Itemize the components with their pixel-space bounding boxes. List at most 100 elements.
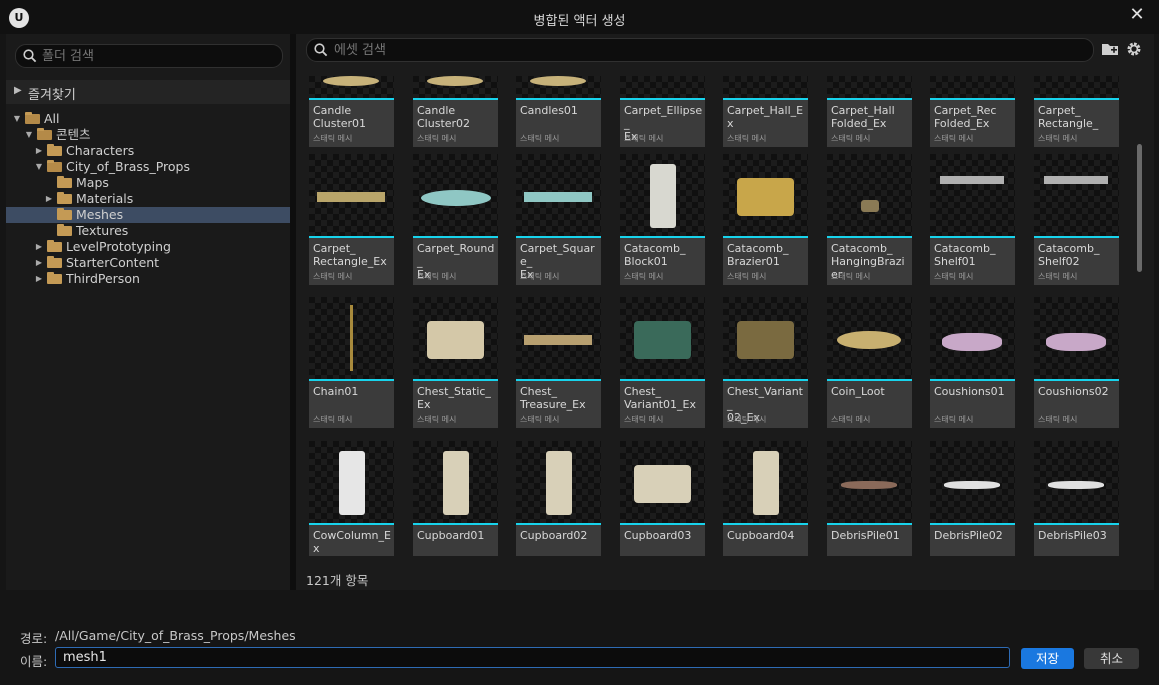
asset-tile[interactable]: Carpet_Hall_Ex 스태틱 메시	[723, 76, 808, 147]
tree-item[interactable]: ▼ City_of_Brass_Props	[6, 159, 290, 175]
asset-thumbnail	[723, 441, 808, 523]
asset-tile[interactable]: Catacomb_ Shelf02 스태틱 메시	[1034, 154, 1119, 285]
tree-item[interactable]: ▶ Materials	[6, 191, 290, 207]
asset-tile[interactable]: Coushions01 스태틱 메시	[930, 297, 1015, 428]
asset-tile[interactable]: Carpet_Hall Folded_Ex 스태틱 메시	[827, 76, 912, 147]
asset-tile[interactable]: Cupboard02스태틱 메시	[516, 441, 601, 556]
asset-tile[interactable]: Carpet_Round_ Ex 스태틱 메시	[413, 154, 498, 285]
asset-name: Chain01	[313, 385, 359, 398]
expand-arrow-icon[interactable]: ▶	[34, 255, 44, 271]
asset-search-input[interactable]	[334, 39, 1074, 61]
tree-item-label: StarterContent	[66, 255, 160, 270]
asset-tile[interactable]: Candle Cluster01 스태틱 메시	[309, 76, 394, 147]
expand-arrow-icon[interactable]: ▶	[34, 143, 44, 159]
tree-item[interactable]: ▶ LevelPrototyping	[6, 239, 290, 255]
tree-item[interactable]: ▶ Characters	[6, 143, 290, 159]
expand-arrow-icon[interactable]: ▶	[34, 271, 44, 287]
asset-thumbnail	[723, 154, 808, 236]
asset-type-bar	[620, 98, 705, 100]
asset-tile[interactable]: Cupboard04스태틱 메시	[723, 441, 808, 556]
asset-type-bar	[930, 523, 1015, 525]
asset-name: Carpet_Hall_Ex	[727, 104, 804, 130]
tree-item-label: Maps	[76, 175, 109, 190]
settings-icon[interactable]	[1125, 41, 1143, 57]
asset-preview-shape	[421, 190, 491, 206]
asset-thumbnail	[1034, 76, 1119, 98]
asset-type-label: 스태틱 메시	[520, 415, 560, 424]
search-icon	[23, 49, 37, 63]
asset-type-bar	[1034, 379, 1119, 381]
tree-item[interactable]: Maps	[6, 175, 290, 191]
collapse-arrow-icon[interactable]: ▼	[12, 111, 22, 127]
close-button[interactable]: ✕	[1127, 5, 1147, 25]
asset-tile[interactable]: Carpet_ Rectangle_Ex 스태틱 메시	[309, 154, 394, 285]
asset-tile[interactable]: Chest_ Variant01_Ex 스태틱 메시	[620, 297, 705, 428]
asset-tile[interactable]: Chest_Static_ Ex 스태틱 메시	[413, 297, 498, 428]
folder-search-box[interactable]	[15, 44, 283, 68]
asset-tile[interactable]: DebrisPile01스태틱 메시	[827, 441, 912, 556]
close-icon: ✕	[1129, 4, 1145, 25]
asset-tile[interactable]: Candle Cluster02 스태틱 메시	[413, 76, 498, 147]
asset-type-bar	[516, 523, 601, 525]
asset-preview-shape	[317, 192, 385, 202]
asset-tile[interactable]: Carpet_ Rectangle_ 스태틱 메시	[1034, 76, 1119, 147]
asset-tile[interactable]: DebrisPile03스태틱 메시	[1034, 441, 1119, 556]
asset-tile[interactable]: Catacomb_ Shelf01 스태틱 메시	[930, 154, 1015, 285]
expand-arrow-icon[interactable]: ▶	[34, 239, 44, 255]
asset-tile[interactable]: Cupboard03스태틱 메시	[620, 441, 705, 556]
asset-scrollbar[interactable]	[1137, 144, 1142, 272]
asset-type-bar	[1034, 523, 1119, 525]
asset-preview-shape	[1048, 481, 1104, 489]
folder-search-input[interactable]	[42, 45, 272, 67]
tree-item[interactable]: ▶ StarterContent	[6, 255, 290, 271]
tree-item[interactable]: Textures	[6, 223, 290, 239]
name-field[interactable]	[55, 647, 1010, 668]
asset-preview-shape	[427, 76, 483, 86]
asset-search-box[interactable]	[306, 38, 1094, 62]
tree-item[interactable]: Meshes	[6, 207, 290, 223]
asset-tile[interactable]: Catacomb_ Block01 스태틱 메시	[620, 154, 705, 285]
collapse-arrow-icon[interactable]: ▼	[34, 159, 44, 175]
asset-type-label: 스태틱 메시	[417, 415, 457, 424]
asset-tile[interactable]: Coushions02 스태틱 메시	[1034, 297, 1119, 428]
tree-item-label: Materials	[76, 191, 134, 206]
save-button[interactable]: 저장	[1021, 648, 1074, 669]
asset-type-bar	[516, 236, 601, 238]
cancel-button[interactable]: 취소	[1084, 648, 1139, 669]
tree-item[interactable]: ▶ ThirdPerson	[6, 271, 290, 287]
asset-thumbnail	[309, 441, 394, 523]
favorites-section[interactable]: ▶ 즐겨찾기	[6, 80, 290, 104]
asset-type-bar	[309, 523, 394, 525]
asset-type-label: 스태틱 메시	[417, 134, 457, 143]
asset-tile[interactable]: Coin_Loot 스태틱 메시	[827, 297, 912, 428]
asset-tile[interactable]: CowColumn_Ex스태틱 메시	[309, 441, 394, 556]
asset-type-bar	[413, 379, 498, 381]
asset-name: CowColumn_Ex	[313, 529, 391, 555]
asset-tile[interactable]: DebrisPile02스태틱 메시	[930, 441, 1015, 556]
asset-type-bar	[620, 379, 705, 381]
asset-tile[interactable]: Cupboard01스태틱 메시	[413, 441, 498, 556]
asset-tile[interactable]: Chain01 스태틱 메시	[309, 297, 394, 428]
asset-name: Carpet_Hall Folded_Ex	[831, 104, 895, 130]
expand-arrow-icon[interactable]: ▶	[44, 191, 54, 207]
asset-tile[interactable]: Catacomb_ Brazier01 스태틱 메시	[723, 154, 808, 285]
collapse-arrow-icon[interactable]: ▼	[24, 127, 34, 143]
asset-tile[interactable]: Carpet_Square_ Ex 스태틱 메시	[516, 154, 601, 285]
asset-tile[interactable]: Carpet_Ellipse_ Ex 스태틱 메시	[620, 76, 705, 147]
asset-thumbnail	[930, 297, 1015, 379]
asset-thumbnail	[1034, 154, 1119, 236]
asset-preview-shape	[1044, 176, 1108, 184]
tree-item[interactable]: ▼ All	[6, 111, 290, 127]
asset-tile[interactable]: Chest_ Treasure_Ex 스태틱 메시	[516, 297, 601, 428]
asset-thumbnail	[620, 297, 705, 379]
add-folder-icon[interactable]	[1101, 41, 1119, 57]
asset-thumbnail	[1034, 297, 1119, 379]
asset-tile[interactable]: Carpet_Rec Folded_Ex 스태틱 메시	[930, 76, 1015, 147]
tree-item[interactable]: ▼ 콘텐츠	[6, 127, 290, 143]
folder-icon	[47, 272, 62, 284]
asset-tile[interactable]: Candles01 스태틱 메시	[516, 76, 601, 147]
folder-icon	[47, 256, 62, 268]
asset-tile[interactable]: Chest_Variant_ 02_Ex 스태틱 메시	[723, 297, 808, 428]
asset-name: Cupboard01	[417, 529, 485, 542]
asset-tile[interactable]: Catacomb_ HangingBrazier 스태틱 메시	[827, 154, 912, 285]
